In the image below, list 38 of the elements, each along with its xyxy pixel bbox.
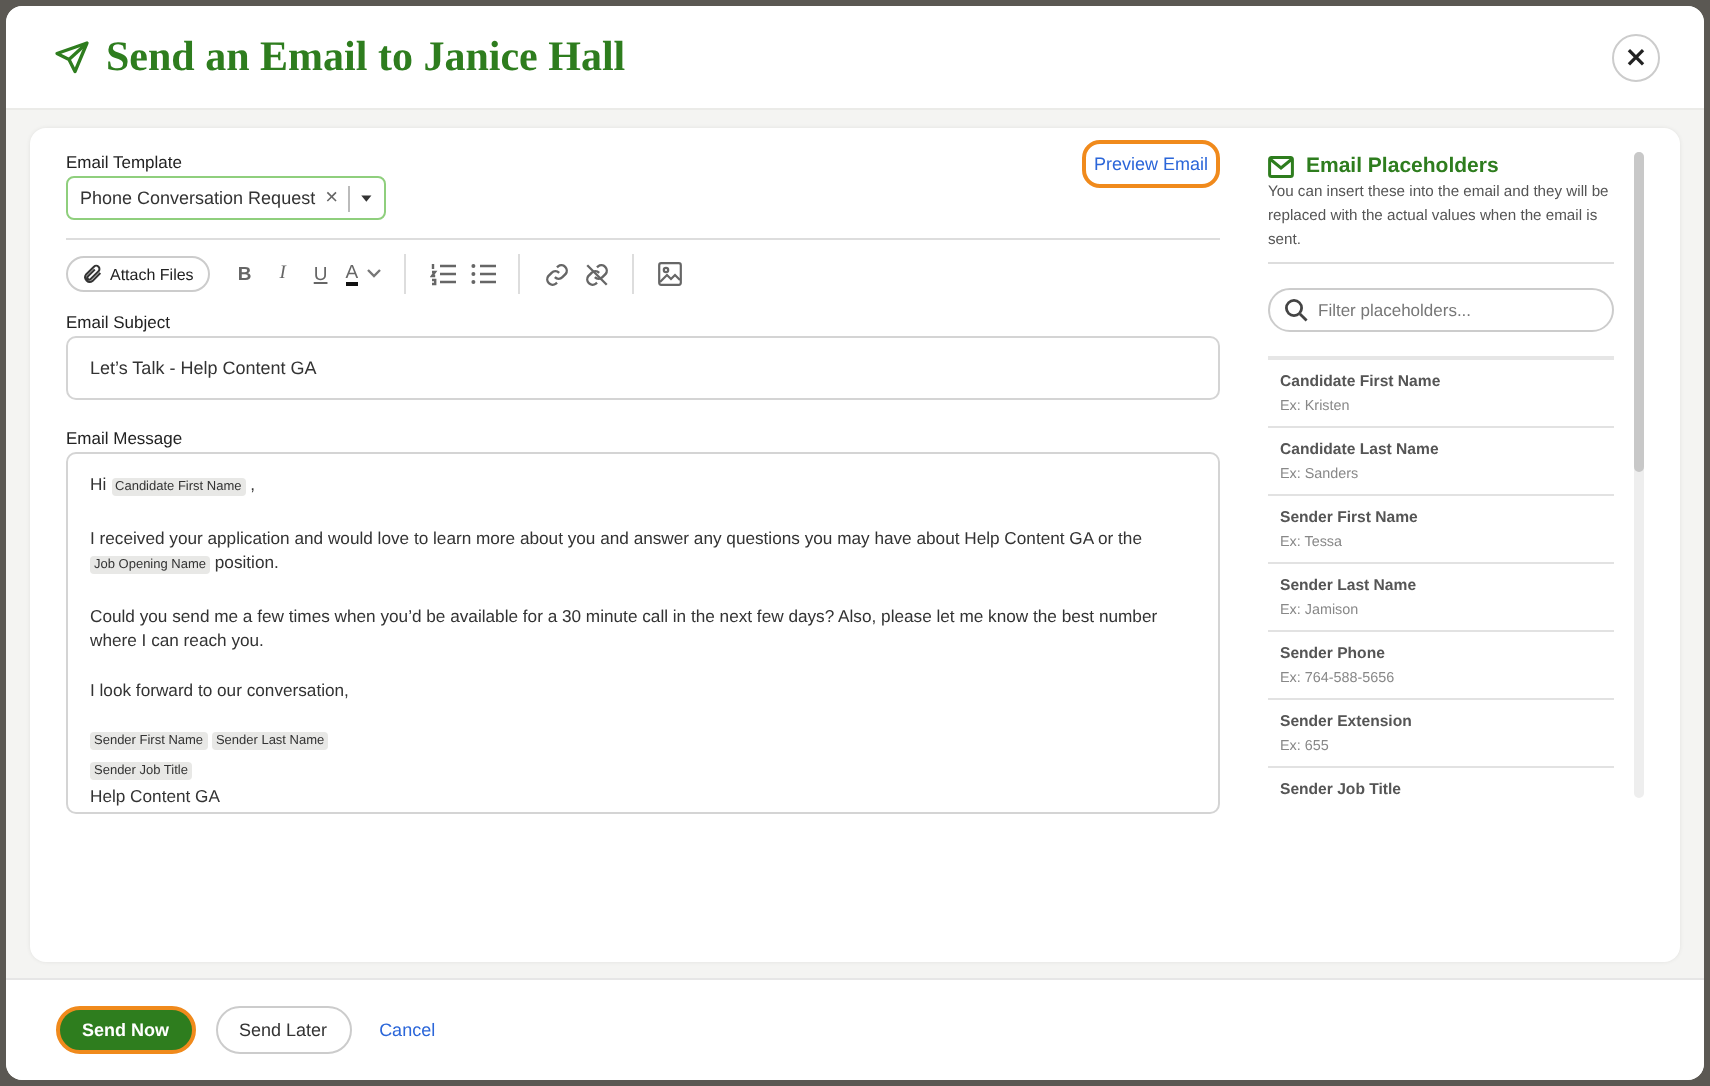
- message-text: ,: [250, 474, 256, 494]
- attach-files-button[interactable]: Attach Files: [66, 256, 210, 292]
- paper-plane-icon: [54, 39, 90, 75]
- italic-button[interactable]: I: [263, 258, 302, 290]
- underline-button[interactable]: U: [301, 258, 340, 290]
- envelope-icon: [1268, 155, 1294, 177]
- subject-field[interactable]: Let’s Talk - Help Content GA: [66, 336, 1220, 400]
- filter-field[interactable]: Filter placeholders...: [1268, 288, 1614, 332]
- panel-title: Email Placeholders: [1306, 154, 1499, 178]
- template-dropdown[interactable]: Phone Conversation Request ×: [66, 176, 386, 220]
- clear-button[interactable]: ×: [315, 186, 349, 210]
- image-icon[interactable]: [658, 262, 683, 286]
- scrollbar[interactable]: [1634, 152, 1644, 798]
- message-text: Help Content GA: [90, 786, 220, 806]
- field-label: Email Subject: [66, 312, 170, 332]
- message-text: Hi: [90, 474, 107, 494]
- cancel-link[interactable]: Cancel: [371, 1006, 444, 1054]
- close-button[interactable]: ×: [1612, 33, 1660, 81]
- message-editor[interactable]: [66, 452, 1220, 814]
- message-text: I look forward to our conversation,: [90, 679, 349, 699]
- bold-button[interactable]: B: [225, 258, 264, 290]
- message-text: Could you send me a few times when you’d be available for a 30 minute call in the next few days? Also, please let me know the best number where I can reach you.: [90, 605, 1158, 650]
- text-color-button[interactable]: A: [339, 258, 389, 290]
- field-label: Email Message: [66, 428, 183, 448]
- numbered-list-icon[interactable]: [429, 262, 456, 286]
- message-text: position.: [214, 552, 279, 572]
- send-now-button[interactable]: Send Now: [56, 1006, 196, 1054]
- bullet-list-icon[interactable]: [469, 262, 496, 286]
- unlink-icon[interactable]: [583, 261, 610, 287]
- chevron-down-icon: [366, 268, 383, 280]
- link-icon[interactable]: [543, 261, 570, 287]
- field-label: Email Template: [66, 152, 182, 172]
- send-later-button[interactable]: Send Later: [215, 1006, 352, 1054]
- preview-email-link[interactable]: Preview Email: [1081, 140, 1220, 188]
- message-text: I received your application and would love to learn more about you and answer any questions you may have about Help Content GA or the: [90, 527, 1142, 547]
- dialog-title: Send an Email to Janice Hall: [106, 32, 628, 82]
- paperclip-icon: [82, 262, 104, 286]
- caret-icon: [359, 190, 372, 206]
